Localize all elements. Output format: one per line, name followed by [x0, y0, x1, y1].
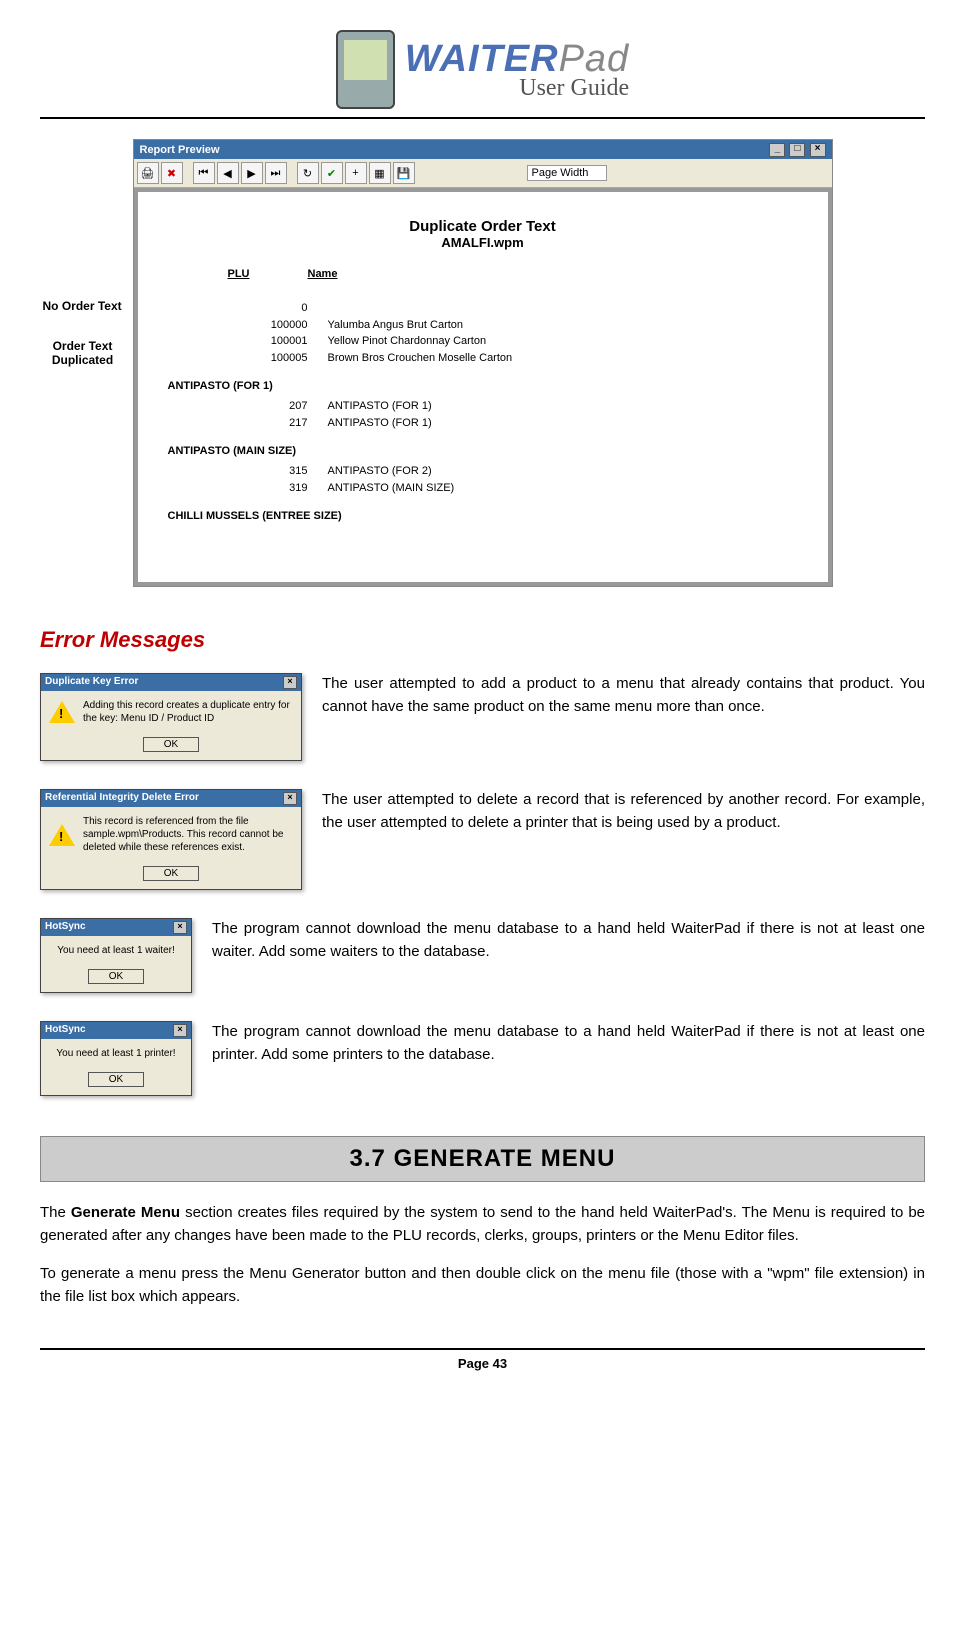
brand-pad-text: Pad — [559, 38, 630, 80]
report-section-heading: ANTIPASTO (FOR 1) — [168, 380, 798, 392]
check-button[interactable]: ✔ — [321, 162, 343, 184]
dialog-title-text: Duplicate Key Error — [45, 676, 138, 689]
dialog-title-text: Referential Integrity Delete Error — [45, 792, 199, 805]
dialog-titlebar: HotSync × — [41, 1022, 191, 1039]
close-icon[interactable]: × — [810, 143, 826, 157]
page-footer: Page 43 — [40, 1348, 925, 1371]
dialog-body: You need at least 1 waiter! — [41, 936, 191, 965]
report-window-title: Report Preview — [140, 144, 220, 156]
close-icon[interactable]: × — [283, 792, 297, 805]
brand-main-text: WAITER — [405, 38, 559, 80]
bold-generate-menu: Generate Menu — [71, 1204, 180, 1221]
dialog-message: You need at least 1 waiter! — [57, 944, 175, 957]
close-icon[interactable]: × — [173, 1024, 187, 1037]
dialog-hotsync-printer: HotSync × You need at least 1 printer! O… — [40, 1021, 192, 1096]
dialog-body: Adding this record creates a duplicate e… — [41, 691, 301, 733]
table-row: 0 — [228, 300, 798, 317]
minimize-icon[interactable]: _ — [769, 143, 785, 157]
save-button[interactable]: 💾 — [393, 162, 415, 184]
prev-page-button[interactable]: ◀ — [217, 162, 239, 184]
dialog-body: This record is referenced from the file … — [41, 807, 301, 862]
dialog-title-text: HotSync — [45, 1024, 86, 1037]
table-row: 100001Yellow Pinot Chardonnay Carton — [228, 333, 798, 350]
error-item: Duplicate Key Error × Adding this record… — [40, 673, 925, 761]
dialog-message: Adding this record creates a duplicate e… — [83, 699, 293, 725]
refresh-button[interactable]: ↻ — [297, 162, 319, 184]
error-description: The user attempted to add a product to a… — [322, 673, 925, 718]
callout-no-order-text: No Order Text — [43, 299, 122, 313]
report-column-headers: PLU Name — [228, 268, 798, 280]
table-row: 217ANTIPASTO (FOR 1) — [228, 415, 798, 432]
dialog-message: This record is referenced from the file … — [83, 815, 293, 854]
error-description: The program cannot download the menu dat… — [212, 918, 925, 963]
table-row: 100000Yalumba Angus Brut Carton — [228, 317, 798, 334]
dialog-titlebar: Duplicate Key Error × — [41, 674, 301, 691]
print-button[interactable]: 🖨 — [137, 162, 159, 184]
zoom-in-button[interactable]: + — [345, 162, 367, 184]
error-description: The user attempted to delete a record th… — [322, 789, 925, 834]
report-preview-figure: No Order Text Order Text Duplicated Repo… — [133, 139, 833, 587]
brand-subtitle: User Guide — [405, 75, 629, 102]
report-titlebar: Report Preview _ □ × — [134, 140, 832, 159]
error-item: Referential Integrity Delete Error × Thi… — [40, 789, 925, 890]
grid-button[interactable]: ▦ — [369, 162, 391, 184]
body-paragraph-2: To generate a menu press the Menu Genera… — [40, 1263, 925, 1308]
table-row: 315ANTIPASTO (FOR 2) — [228, 463, 798, 480]
dialog-hotsync-waiter: HotSync × You need at least 1 waiter! OK — [40, 918, 192, 993]
ok-button[interactable]: OK — [88, 1072, 144, 1087]
window-controls: _ □ × — [768, 142, 825, 157]
report-body: Duplicate Order Text AMALFI.wpm PLU Name… — [134, 188, 832, 586]
table-row: 207ANTIPASTO (FOR 1) — [228, 398, 798, 415]
pda-icon — [336, 30, 395, 109]
ok-button[interactable]: OK — [143, 737, 199, 752]
table-row: 319ANTIPASTO (MAIN SIZE) — [228, 480, 798, 497]
report-toolbar: 🖨 ✖ ⏮ ◀ ▶ ⏭ ↻ ✔ + ▦ 💾 Page Width — [134, 159, 832, 188]
first-page-button[interactable]: ⏮ — [193, 162, 215, 184]
close-icon[interactable]: × — [283, 676, 297, 689]
report-title: Duplicate Order Text — [168, 218, 798, 235]
page-header: WAITERPad User Guide — [40, 30, 925, 119]
body-paragraph-1: The Generate Menu section creates files … — [40, 1202, 925, 1247]
dialog-duplicate-key: Duplicate Key Error × Adding this record… — [40, 673, 302, 761]
dialog-titlebar: Referential Integrity Delete Error × — [41, 790, 301, 807]
error-description: The program cannot download the menu dat… — [212, 1021, 925, 1066]
callout-order-text-duplicated: Order Text Duplicated — [43, 339, 123, 367]
maximize-icon[interactable]: □ — [789, 143, 805, 157]
ok-button[interactable]: OK — [143, 866, 199, 881]
section-3-7-heading: 3.7 GENERATE MENU — [40, 1136, 925, 1182]
error-messages-heading: Error Messages — [40, 627, 925, 653]
close-report-button[interactable]: ✖ — [161, 162, 183, 184]
close-icon[interactable]: × — [173, 921, 187, 934]
dialog-body: You need at least 1 printer! — [41, 1039, 191, 1068]
report-section-heading: ANTIPASTO (MAIN SIZE) — [168, 445, 798, 457]
col-name: Name — [308, 268, 338, 280]
dialog-title-text: HotSync — [45, 921, 86, 934]
report-page: Duplicate Order Text AMALFI.wpm PLU Name… — [138, 192, 828, 582]
brand-logo: WAITERPad User Guide — [336, 30, 629, 109]
report-section-heading: CHILLI MUSSELS (ENTREE SIZE) — [168, 510, 798, 522]
dialog-message: You need at least 1 printer! — [56, 1047, 175, 1060]
next-page-button[interactable]: ▶ — [241, 162, 263, 184]
error-item: HotSync × You need at least 1 waiter! OK… — [40, 918, 925, 993]
ok-button[interactable]: OK — [88, 969, 144, 984]
report-subtitle: AMALFI.wpm — [168, 235, 798, 250]
dialog-referential-integrity: Referential Integrity Delete Error × Thi… — [40, 789, 302, 890]
table-row: 100005Brown Bros Crouchen Moselle Carton — [228, 350, 798, 367]
warning-icon — [49, 701, 75, 723]
warning-icon — [49, 824, 75, 846]
error-item: HotSync × You need at least 1 printer! O… — [40, 1021, 925, 1096]
dialog-titlebar: HotSync × — [41, 919, 191, 936]
zoom-select[interactable]: Page Width — [527, 165, 608, 181]
report-preview-window: Report Preview _ □ × 🖨 ✖ ⏮ ◀ ▶ ⏭ ↻ ✔ + — [133, 139, 833, 587]
col-plu: PLU — [228, 268, 308, 280]
last-page-button[interactable]: ⏭ — [265, 162, 287, 184]
